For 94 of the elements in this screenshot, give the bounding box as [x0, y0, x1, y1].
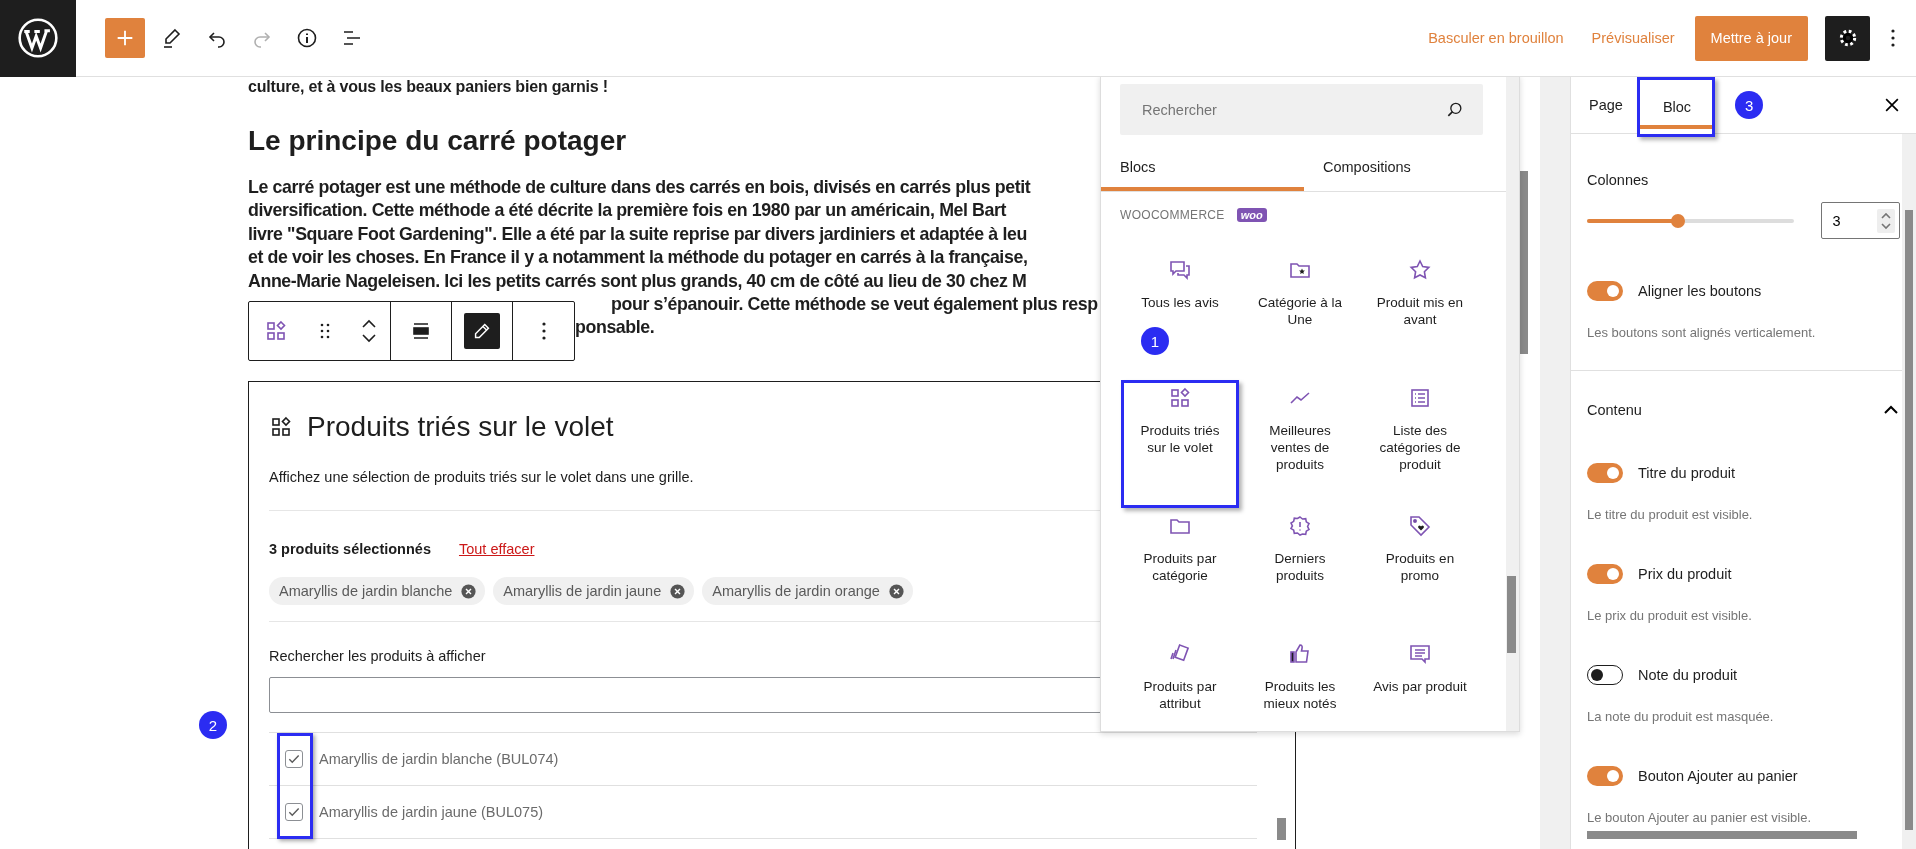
paragraph-line: pour s’épanouir. Cette méthode se veut également plus resp: [610, 293, 1098, 317]
move-down-button[interactable]: [359, 332, 378, 345]
category-heading: WOOCOMMERCE: [1120, 208, 1225, 222]
toggle-label: Note du produit: [1638, 667, 1738, 683]
info-icon: [295, 26, 319, 50]
product-option[interactable]: Amaryllis de jardin jaune (BUL075): [269, 786, 1257, 840]
logo[interactable]: [0, 0, 76, 77]
toggle-label: Prix du produit: [1638, 566, 1732, 582]
tag-heart-icon: [1408, 514, 1432, 538]
paragraph-line: Le carré potager est une méthode de culture dans des carrés en bois, divisés en carrés plus petit: [248, 176, 1031, 199]
block-title: Produits triés sur le volet: [307, 411, 614, 444]
checkbox[interactable]: [285, 750, 303, 769]
number-field[interactable]: 3: [1821, 202, 1900, 239]
toggle-switch[interactable]: [1587, 564, 1623, 584]
slider-thumb[interactable]: [1670, 213, 1685, 228]
section-heading: Le principe du carré potager: [248, 124, 627, 158]
product-option[interactable]: Amaryllis de jardin blanche (BUL074): [269, 733, 1257, 787]
remove-chip-button[interactable]: [669, 582, 687, 600]
remove-icon: [669, 582, 687, 600]
remove-chip-button[interactable]: [887, 582, 905, 600]
chip-label: Amaryllis de jardin jaune: [503, 583, 662, 600]
help-text: Le prix du produit est visible.: [1587, 608, 1752, 623]
search-field[interactable]: Rechercher: [1120, 84, 1483, 135]
block-item[interactable]: Avis par produit: [1361, 636, 1479, 731]
toggle-switch[interactable]: [1587, 281, 1623, 301]
grid-diamond-icon: [1168, 386, 1192, 410]
block-item[interactable]: Produits en promo: [1361, 508, 1479, 636]
block-item[interactable]: Produits triés sur le volet: [1121, 380, 1239, 508]
edit-button[interactable]: [464, 313, 500, 350]
block-item[interactable]: Liste des catégories de produit: [1361, 380, 1479, 508]
paragraph-line: et de voir les choses. En France il y a notamment la méthode du potager en carrés à la française,: [248, 246, 1028, 270]
option-label: Amaryllis de jardin jaune (BUL075): [319, 804, 544, 821]
chevron-up-icon: [1882, 404, 1900, 416]
scrollbar-thumb[interactable]: [1587, 831, 1857, 839]
inserter-tab[interactable]: Compositions: [1304, 143, 1507, 191]
kebab-icon: [1890, 28, 1896, 48]
paragraph-line: ponsable.: [575, 316, 655, 340]
toggle-label: Bouton Ajouter au panier: [1638, 768, 1798, 784]
category-logo: woo: [1236, 208, 1267, 222]
star-icon: [1408, 258, 1432, 282]
toggle-switch[interactable]: [1587, 665, 1623, 685]
selected-count: 3 produits sélectionnés: [269, 541, 431, 558]
field-label: Colonnes: [1587, 172, 1649, 188]
list-icon: [1408, 386, 1432, 410]
spinner-icon: [1877, 208, 1895, 233]
step-badge: 3: [1735, 91, 1764, 119]
toggle-label: Aligner les boutons: [1638, 283, 1762, 299]
collapse-button[interactable]: [1882, 404, 1900, 416]
option-label: Amaryllis de jardin blanche (BUL074): [319, 751, 559, 768]
help-text: La note du produit est masquée.: [1587, 709, 1774, 724]
clear-all-link[interactable]: Tout effacer: [458, 541, 535, 558]
block-item[interactable]: Catégorie à la Une: [1241, 252, 1359, 380]
scrollbar-thumb[interactable]: [1507, 576, 1516, 653]
scrollbar-thumb[interactable]: [1905, 210, 1913, 830]
field-label: Rechercher les produits à afficher: [269, 648, 486, 665]
paragraph-line: Anne-Marie Nageleisen. Ici les petits carrés sont plus grands, 40 cm de côté au lieu de 30 chez M: [248, 269, 1027, 293]
add-block-button[interactable]: [105, 18, 145, 58]
thumbs-up-icon: [1288, 642, 1312, 666]
checkbox[interactable]: [285, 803, 303, 822]
search-input[interactable]: Rechercher: [1140, 100, 1445, 119]
block-item[interactable]: Meilleures ventes de produits: [1241, 380, 1359, 508]
block-description: Affichez une sélection de produits triés sur le volet dans une grille.: [269, 469, 694, 486]
paragraph-line: livre "Square Foot Gardening". Elle a été par la suite reprise par divers jardiniers et adaptée à leu: [248, 222, 1027, 246]
kebab-icon: [540, 321, 547, 342]
section-title: Contenu: [1587, 402, 1642, 418]
inserter-tab[interactable]: Blocs: [1101, 143, 1304, 191]
remove-icon: [460, 582, 478, 600]
chip-label: Amaryllis de jardin blanche: [279, 583, 453, 600]
remove-chip-button[interactable]: [460, 582, 478, 600]
scrollbar-thumb[interactable]: [1277, 818, 1286, 841]
block-item[interactable]: Produits les mieux notés: [1241, 636, 1359, 731]
comments-icon: [1168, 258, 1192, 282]
toggle-switch[interactable]: [1587, 766, 1623, 786]
chevron-down-icon: [359, 332, 378, 345]
toggle-label: Titre du produit: [1638, 465, 1735, 481]
paragraph-line: diversification. Cette méthode a été décrite la première fois en 1980 par un américain, Mel Bart: [248, 199, 1007, 223]
alert-badge-icon: [1288, 514, 1312, 538]
block-item[interactable]: Derniers produits: [1241, 508, 1359, 636]
logo-icon: [16, 16, 60, 60]
block-item[interactable]: Produits par catégorie: [1121, 508, 1239, 636]
paragraph-text: culture, et à vous les beaux paniers bien garnis !: [248, 77, 608, 97]
comment-icon: [1408, 642, 1432, 666]
drag-handle-icon: [319, 323, 330, 340]
step-badge: 2: [199, 711, 227, 739]
help-text: Le bouton Ajouter au panier est visible.: [1587, 810, 1812, 825]
help-text: Le titre du produit est visible.: [1587, 507, 1753, 522]
block-item[interactable]: Produit mis en avant: [1361, 252, 1479, 380]
remove-icon: [887, 582, 905, 600]
step-badge: 1: [1141, 327, 1169, 355]
help-text: Les boutons sont alignés verticalement.: [1587, 325, 1816, 340]
chip-label: Amaryllis de jardin orange: [712, 583, 880, 600]
toggle-switch[interactable]: [1587, 463, 1623, 483]
settings-button[interactable]: [1825, 15, 1870, 61]
block-item[interactable]: Produits par attribut: [1121, 636, 1239, 731]
